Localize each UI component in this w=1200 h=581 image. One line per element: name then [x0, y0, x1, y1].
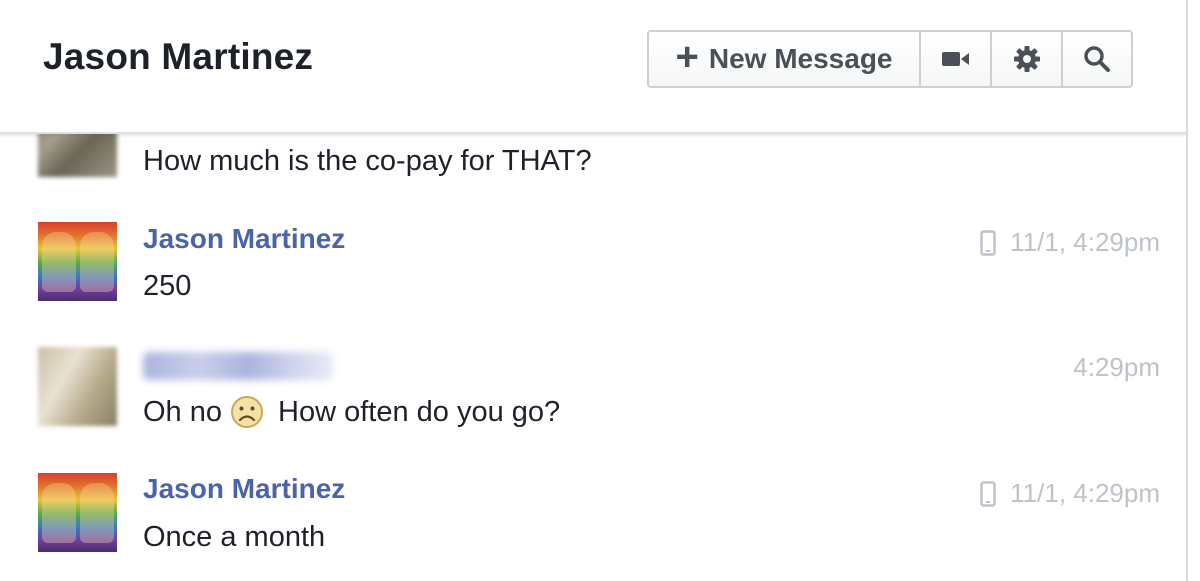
messenger-window: Jason Martinez + New Message How much is… [0, 0, 1200, 581]
timestamp: 4:29pm [1073, 352, 1160, 383]
timestamp: 11/1, 4:29pm [980, 478, 1160, 509]
message-text: 250 [143, 270, 192, 302]
mobile-phone-icon [980, 229, 996, 256]
settings-button[interactable] [992, 32, 1063, 86]
video-camera-icon [941, 52, 969, 66]
conversation-header: Jason Martinez + New Message [0, 0, 1186, 134]
plus-icon: + [675, 35, 699, 79]
timestamp-text: 11/1, 4:29pm [1010, 227, 1160, 257]
new-message-label: New Message [708, 43, 893, 74]
timestamp-text: 11/1, 4:29pm [1010, 478, 1160, 508]
video-call-button[interactable] [921, 32, 992, 86]
timestamp-text: 4:29pm [1073, 352, 1160, 382]
sender-name[interactable]: Jason Martinez [143, 473, 345, 505]
search-button[interactable] [1063, 32, 1131, 86]
message-text: Once a month [143, 521, 326, 553]
redacted-sender-name [143, 352, 333, 380]
mobile-phone-icon [980, 480, 996, 507]
conversation-title: Jason Martinez [43, 36, 314, 77]
gear-icon [1013, 46, 1040, 72]
avatar[interactable] [38, 473, 117, 552]
avatar[interactable] [38, 222, 117, 301]
new-message-button[interactable]: + New Message [649, 32, 921, 86]
message-text: Oh no How often do you go? [143, 395, 560, 429]
message-text-before: Oh no [143, 395, 222, 428]
message-text-after: How often do you go? [278, 395, 561, 428]
search-icon [1084, 46, 1110, 72]
timestamp: 11/1, 4:29pm [980, 227, 1160, 258]
message-text: How much is the co-pay for THAT? [143, 145, 592, 177]
avatar[interactable] [38, 347, 117, 426]
avatar[interactable] [38, 98, 117, 177]
conversation-toolbar: + New Message [647, 30, 1133, 88]
sender-name[interactable]: Jason Martinez [143, 223, 345, 255]
window-border [1186, 0, 1188, 581]
frown-emoji-icon [231, 396, 263, 428]
